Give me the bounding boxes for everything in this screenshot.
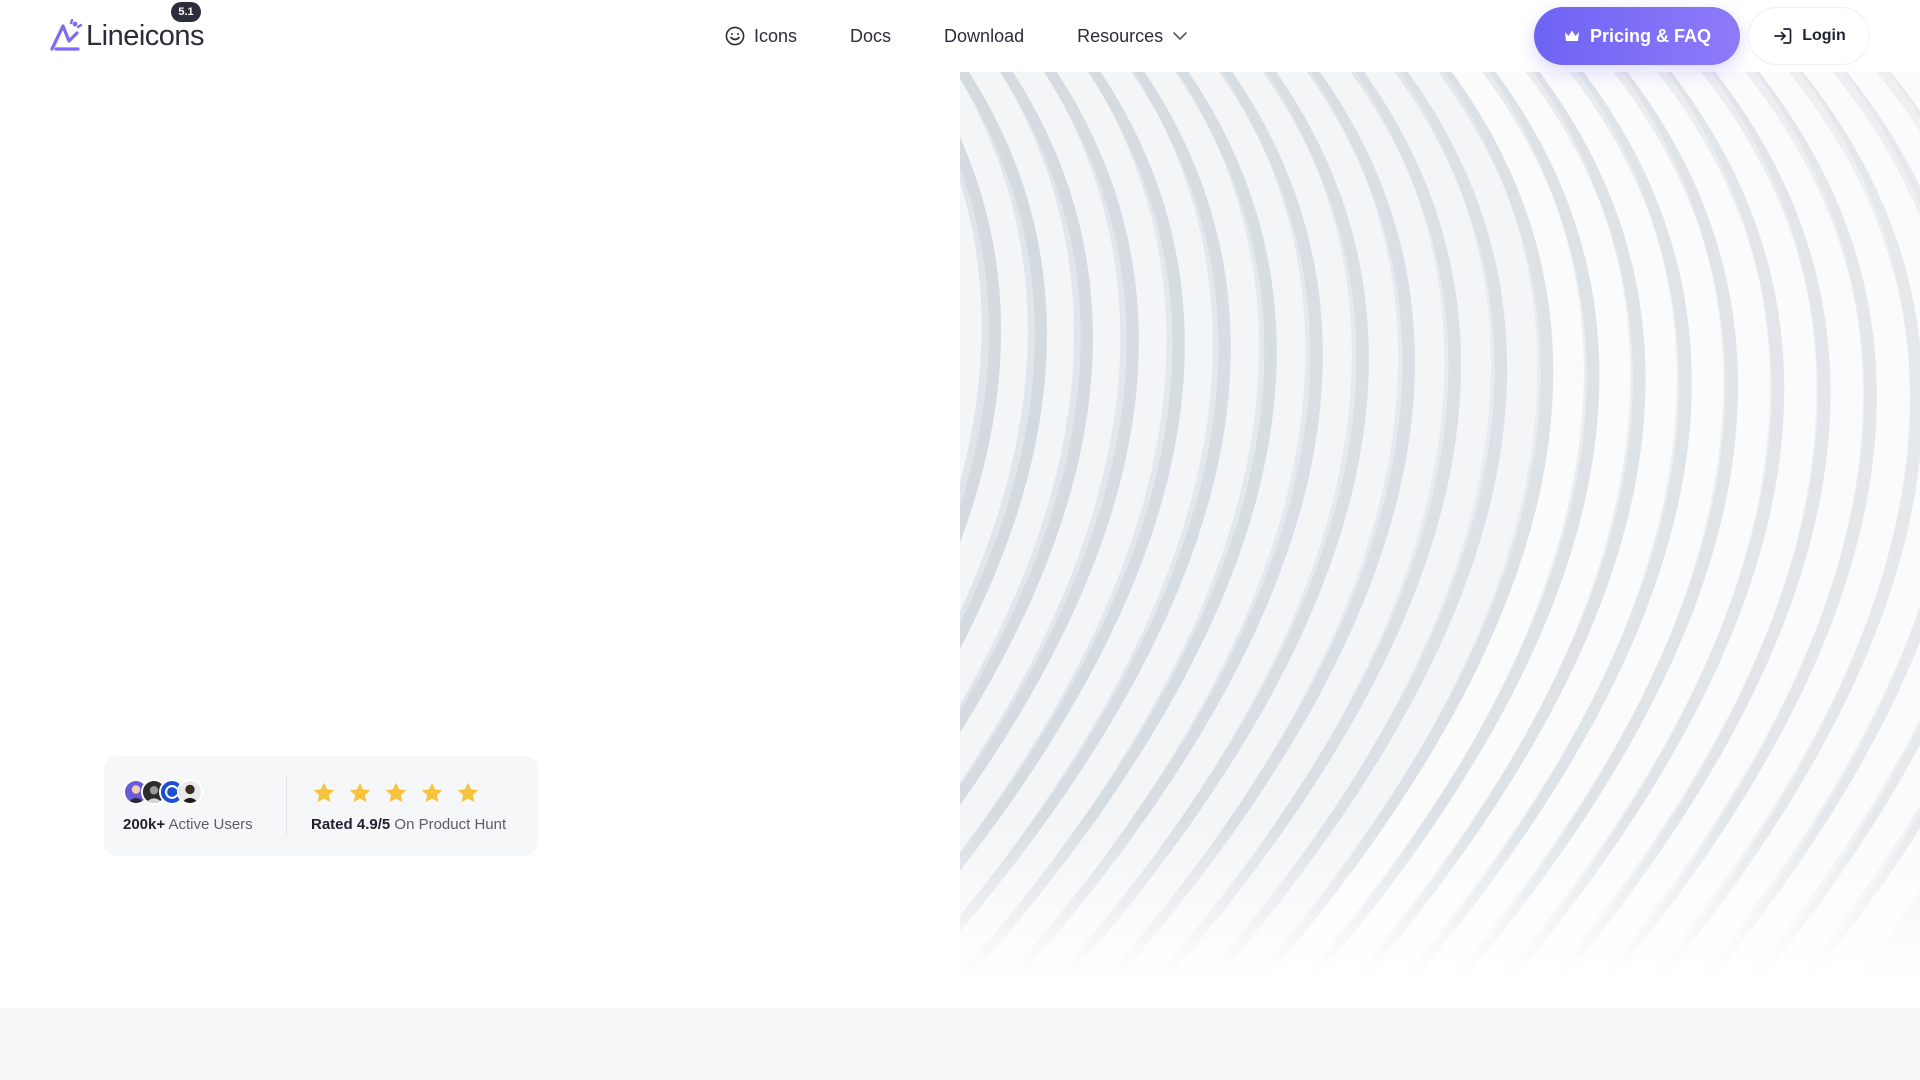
rating-suffix: On Product Hunt xyxy=(394,815,507,833)
active-users-text: 200k+ Active Users xyxy=(123,816,286,833)
avatar xyxy=(177,779,203,805)
social-proof-card: 200k+ Active Users Rated 4.9/5 On Produc… xyxy=(104,756,538,856)
smiley-icon xyxy=(725,26,745,46)
pricing-faq-button[interactable]: Pricing & FAQ xyxy=(1534,7,1740,65)
nav-item-label: Icons xyxy=(754,25,798,46)
hero-image xyxy=(960,72,1920,980)
star-icon xyxy=(421,782,443,802)
users-count: 200k+ xyxy=(123,816,166,833)
login-icon xyxy=(1774,28,1792,44)
star-icon xyxy=(313,782,335,802)
star-icon xyxy=(457,782,479,802)
nav-item-icons[interactable]: Icons xyxy=(724,25,797,47)
architecture-image xyxy=(960,72,1920,980)
rating-text: Rated 4.9/5 On Product Hunt xyxy=(311,816,538,833)
login-label: Login xyxy=(1802,27,1846,44)
lineicons-logo-icon xyxy=(50,19,82,51)
star-icon xyxy=(385,782,407,802)
next-section xyxy=(0,1008,1920,1080)
crown-icon xyxy=(1564,30,1579,41)
star-rating xyxy=(311,780,538,806)
nav-item-resources[interactable]: Resources xyxy=(1077,26,1189,47)
rating-prefix: Rated xyxy=(311,815,353,833)
nav-item-label: Download xyxy=(944,25,1025,46)
nav-item-docs[interactable]: Docs xyxy=(850,26,891,47)
nav-item-download[interactable]: Download xyxy=(944,26,1024,47)
logo-link[interactable]: Lineicons xyxy=(48,18,205,54)
version-badge: 5.1 xyxy=(171,2,201,22)
site-header: Lineicons 5.1 Icons Docs Download Resour… xyxy=(0,0,1920,72)
login-button[interactable]: Login xyxy=(1748,7,1870,65)
rating-value: 4.9/5 xyxy=(356,815,391,833)
users-label: Active Users xyxy=(168,816,253,833)
chevron-down-icon xyxy=(1173,32,1187,40)
main-nav: Icons Docs Download Resources xyxy=(724,0,1189,72)
nav-item-label: Resources xyxy=(1077,25,1164,46)
pricing-faq-label: Pricing & FAQ xyxy=(1589,25,1712,46)
nav-item-label: Docs xyxy=(850,25,892,46)
active-users-block: 200k+ Active Users xyxy=(104,756,286,856)
star-icon xyxy=(349,782,371,802)
brand-name: Lineicons xyxy=(86,20,205,52)
rating-block: Rated 4.9/5 On Product Hunt xyxy=(287,756,538,856)
avatar-group xyxy=(123,779,286,807)
